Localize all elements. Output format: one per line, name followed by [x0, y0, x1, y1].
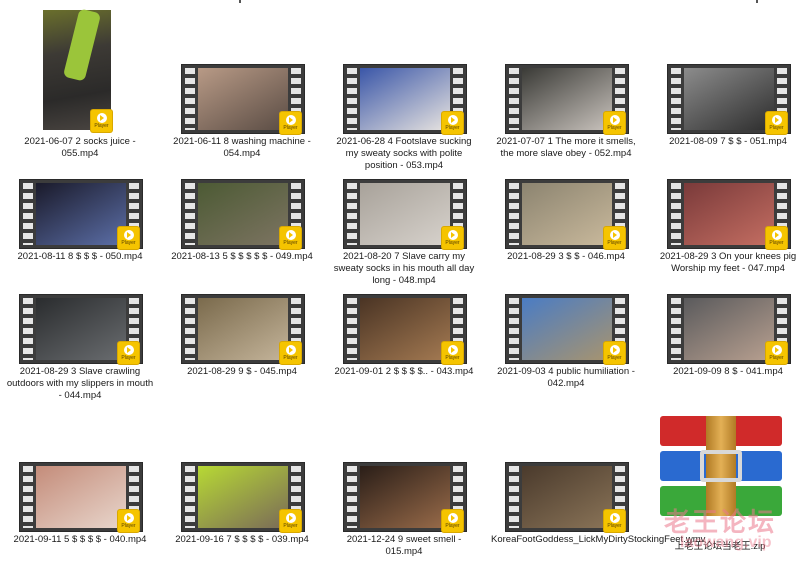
- player-badge-icon: Player: [442, 112, 463, 134]
- thumbnail-frame: [360, 183, 450, 245]
- player-badge-icon: Player: [118, 510, 139, 532]
- player-badge-icon: Player: [118, 227, 139, 249]
- file-name-label[interactable]: 2021-08-29 3 On your knees pig Worship m…: [653, 251, 800, 275]
- player-badge-icon: Player: [604, 112, 625, 134]
- player-badge-icon: Player: [766, 342, 787, 364]
- thumbnail-frame: [522, 68, 612, 130]
- film-strip-holes: [23, 183, 33, 245]
- file-name-label[interactable]: 2021-09-03 4 public humiliation - 042.mp…: [491, 366, 641, 390]
- player-badge-icon: Player: [118, 342, 139, 364]
- thumbnail-frame: [36, 466, 126, 528]
- film-strip-holes: [347, 68, 357, 130]
- player-badge-icon: Player: [604, 342, 625, 364]
- film-strip-holes: [23, 466, 33, 528]
- file-name-label[interactable]: 2021-12-24 9 sweet smell - 015.mp4: [329, 534, 479, 558]
- thumbnail-frame: [522, 298, 612, 360]
- film-strip-holes: [185, 298, 195, 360]
- thumbnail-frame: [198, 68, 288, 130]
- film-strip-holes: [671, 68, 681, 130]
- film-strip-holes: [509, 68, 519, 130]
- film-strip-holes: [509, 466, 519, 528]
- file-name-label[interactable]: 2021-08-29 3 Slave crawling outdoors wit…: [5, 366, 155, 402]
- thumbnail-frame: [684, 183, 774, 245]
- film-strip-holes: [671, 298, 681, 360]
- file-name-label[interactable]: 2021-08-13 5 $ $ $ $ $ - 049.mp4: [167, 251, 317, 263]
- file-name-label[interactable]: 2021-06-11 8 washing machine - 054.mp4: [167, 136, 317, 160]
- player-badge-icon: Player: [442, 227, 463, 249]
- player-badge-icon: Player: [442, 342, 463, 364]
- thumbnail-frame: [522, 183, 612, 245]
- film-strip-holes: [671, 183, 681, 245]
- zip-archive-icon[interactable]: [660, 416, 782, 516]
- thumbnail-frame: [360, 68, 450, 130]
- film-strip-holes: [347, 183, 357, 245]
- player-badge-icon: Player: [766, 227, 787, 249]
- player-badge-icon: Player: [604, 510, 625, 532]
- file-name-label[interactable]: 2021-06-07 2 socks juice - 055.mp4: [5, 136, 155, 160]
- thumbnail-frame: [684, 298, 774, 360]
- thumbnail-frame: [198, 298, 288, 360]
- file-name-label[interactable]: 2021-09-01 2 $ $ $ $.. - 043.mp4: [329, 366, 479, 378]
- thumbnail-frame: [36, 183, 126, 245]
- scroll-tick: [756, 0, 758, 3]
- file-name-label[interactable]: 2021-09-16 7 $ $ $ $ - 039.mp4: [167, 534, 317, 546]
- film-strip-holes: [347, 466, 357, 528]
- film-strip-holes: [509, 183, 519, 245]
- film-strip-holes: [347, 298, 357, 360]
- file-name-label[interactable]: KoreaFootGoddess_LickMyDirtyStockingFeet…: [491, 534, 705, 546]
- film-strip-holes: [185, 466, 195, 528]
- thumbnail-frame: [198, 183, 288, 245]
- player-badge-icon: Player: [280, 510, 301, 532]
- file-name-label[interactable]: 2021-09-11 5 $ $ $ $ - 040.mp4: [5, 534, 155, 546]
- player-badge-icon: Player: [91, 110, 112, 132]
- film-strip-holes: [185, 183, 195, 245]
- file-name-label[interactable]: 2021-09-09 8 $ - 041.mp4: [653, 366, 800, 378]
- thumbnail-frame: [36, 298, 126, 360]
- player-badge-icon: Player: [280, 342, 301, 364]
- player-badge-icon: Player: [766, 112, 787, 134]
- file-name-label[interactable]: 2021-08-20 7 Slave carry my sweaty socks…: [329, 251, 479, 287]
- file-name-label[interactable]: 2021-07-07 1 The more it smells, the mor…: [491, 136, 641, 160]
- thumbnail-frame: [522, 466, 612, 528]
- file-name-label[interactable]: 2021-08-29 9 $ - 045.mp4: [167, 366, 317, 378]
- player-badge-icon: Player: [280, 112, 301, 134]
- file-name-label[interactable]: 2021-08-11 8 $ $ $ - 050.mp4: [5, 251, 155, 263]
- winrar-buckle: [700, 450, 742, 482]
- file-name-label[interactable]: 2021-06-28 4 Footslave sucking my sweaty…: [329, 136, 479, 172]
- player-badge-icon: Player: [442, 510, 463, 532]
- scroll-tick: [239, 0, 241, 3]
- thumbnail-frame: [360, 298, 450, 360]
- thumbnail-frame: [684, 68, 774, 130]
- film-strip-holes: [185, 68, 195, 130]
- player-badge-icon: Player: [604, 227, 625, 249]
- watermark-url: laowang.vip: [680, 534, 772, 551]
- film-strip-holes: [509, 298, 519, 360]
- film-strip-holes: [23, 298, 33, 360]
- thumbnail-frame: [360, 466, 450, 528]
- thumbnail-content: [62, 8, 102, 82]
- thumbnail-frame: [198, 466, 288, 528]
- file-name-label[interactable]: 2021-08-09 7 $ $ - 051.mp4: [653, 136, 800, 148]
- file-name-label[interactable]: 2021-08-29 3 $ $ - 046.mp4: [491, 251, 641, 263]
- player-badge-icon: Player: [280, 227, 301, 249]
